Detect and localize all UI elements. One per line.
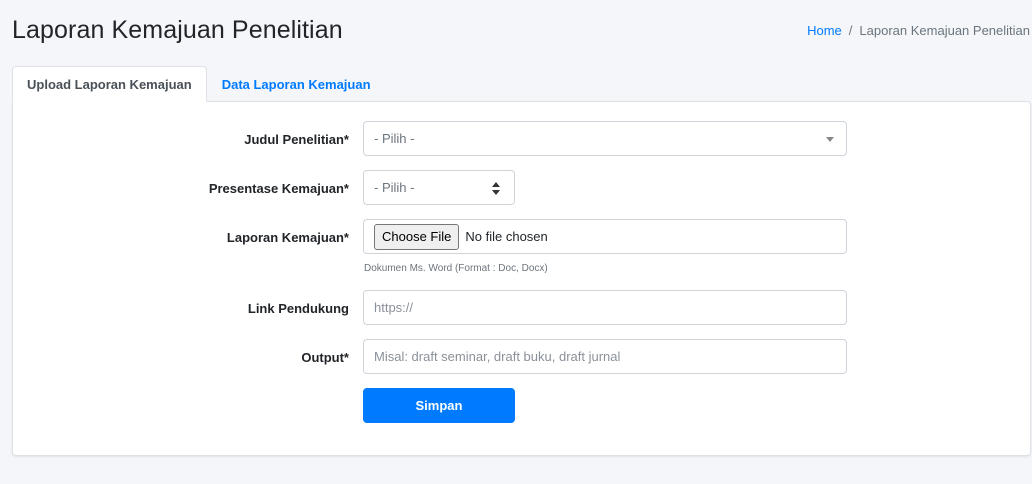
chevron-down-icon (826, 136, 834, 142)
presentase-kemajuan-label: Presentase Kemajuan* (208, 181, 349, 196)
breadcrumb-separator: / (848, 23, 853, 38)
judul-penelitian-select[interactable]: - Pilih - (363, 121, 847, 156)
tab-upload-laporan[interactable]: Upload Laporan Kemajuan (12, 66, 207, 102)
laporan-kemajuan-file-input[interactable]: Choose File No file chosen (363, 219, 847, 254)
tab-data-laporan[interactable]: Data Laporan Kemajuan (207, 66, 386, 102)
page-title: Laporan Kemajuan Penelitian (12, 16, 343, 44)
laporan-kemajuan-label: Laporan Kemajuan* (226, 230, 349, 245)
tab-bar: Upload Laporan Kemajuan Data Laporan Kem… (12, 66, 386, 102)
output-input[interactable]: Misal: draft seminar, draft buku, draft … (363, 339, 847, 374)
presentase-kemajuan-select[interactable]: - Pilih - (363, 170, 515, 205)
presentase-kemajuan-value: - Pilih - (374, 180, 415, 195)
select-arrows-icon (492, 182, 500, 195)
form-card: Judul Penelitian* - Pilih - Presentase K… (12, 101, 1031, 456)
simpan-button[interactable]: Simpan (363, 388, 515, 423)
file-status-text: No file chosen (465, 229, 548, 244)
link-pendukung-placeholder: https:// (374, 300, 414, 315)
breadcrumb-home-link[interactable]: Home (807, 23, 842, 38)
breadcrumb-current: Laporan Kemajuan Penelitian (859, 23, 1030, 38)
link-pendukung-label: Link Pendukung (247, 301, 349, 316)
output-placeholder: Misal: draft seminar, draft buku, draft … (374, 349, 621, 364)
judul-penelitian-label: Judul Penelitian* (244, 132, 349, 147)
output-label: Output* (301, 350, 349, 365)
judul-penelitian-value: - Pilih - (374, 131, 415, 146)
laporan-help-text: Dokumen Ms. Word (Format : Doc, Docx) (364, 263, 548, 274)
breadcrumb: Home / Laporan Kemajuan Penelitian (807, 23, 1030, 38)
choose-file-button[interactable]: Choose File (374, 223, 460, 250)
link-pendukung-input[interactable]: https:// (363, 290, 847, 325)
